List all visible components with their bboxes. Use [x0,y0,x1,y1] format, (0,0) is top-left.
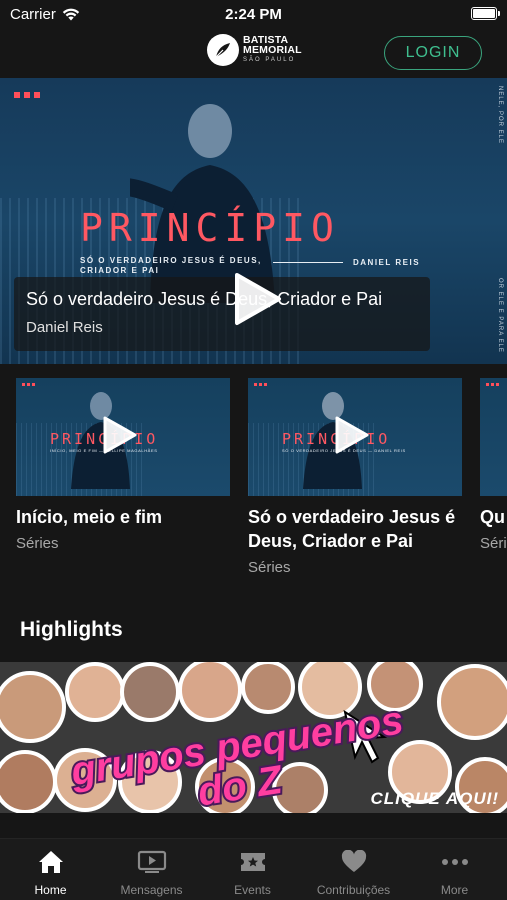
tab-label: Contribuições [316,883,391,897]
hero-author-tag: DANIEL REIS [353,258,421,267]
hero-banner[interactable]: NELE, POR ELE OR ELE E PARA ELE PRINCÍPI… [0,78,507,364]
hero-dots [14,92,40,98]
tab-label: More [440,883,469,897]
hero-side-text-top: NELE, POR ELE [497,86,503,145]
tab-home[interactable]: Home [0,847,101,897]
thumb-dots [486,383,499,386]
hero-divider [273,262,343,263]
thumb-dots [22,383,35,386]
series-card-thumbnail[interactable] [480,378,507,496]
battery-icon [471,7,500,20]
series-card[interactable]: PRINCÍPIO INÍCIO, MEIO E FIM — FELLIPE M… [16,378,230,552]
hero-author: Daniel Reis [26,319,103,336]
bottom-tab-bar: Home Mensagens Events Contribuições More [0,838,507,900]
app-header: BATISTA MEMORIAL SÃO PAULO LOGIN [0,30,507,78]
home-icon [38,851,63,873]
login-button[interactable]: LOGIN [384,36,482,70]
series-card-category: Séries [248,559,291,576]
tab-contribuicoes[interactable]: Contribuições [303,847,404,897]
status-bar: Carrier 2:24 PM [0,0,507,30]
series-card-category: Séries [16,535,59,552]
clock: 2:24 PM [225,6,282,23]
play-icon[interactable] [233,271,283,327]
play-icon[interactable] [102,415,138,455]
video-icon [137,850,166,873]
tab-mensagens[interactable]: Mensagens [101,847,202,897]
highlight-banner[interactable]: grupos pequenos do Z CLIQUE AQUI! [0,662,507,813]
hero-caption[interactable]: Só o verdadeiro Jesus é Deus, Criador e … [14,277,430,351]
ticket-icon [240,853,265,871]
series-card-title: Qu [480,507,505,527]
series-card-title: Só o verdadeiro Jesus é Deus, Criador e … [248,507,456,551]
logo-text: BATISTA MEMORIAL SÃO PAULO [243,35,302,65]
more-icon [441,859,468,865]
hero-side-text-bottom: OR ELE E PARA ELE [497,278,503,353]
logo-mark-icon [207,34,239,66]
series-card-thumbnail[interactable]: PRINCÍPIO SÓ O VERDADEIRO JESUS É DEUS —… [248,378,462,496]
logo-line-2: MEMORIAL [243,44,302,56]
logo-line-3: SÃO PAULO [243,57,296,63]
banner-cta[interactable]: CLIQUE AQUI! [371,789,499,809]
tab-label: Mensagens [120,883,183,897]
tab-label: Home [34,883,67,897]
tab-label: Events [234,883,271,897]
series-card-title: Início, meio e fim [16,507,163,527]
play-icon[interactable] [334,415,370,455]
series-card[interactable]: Qu Séri [480,378,507,552]
hero-series-title: PRINCÍPIO [80,206,340,250]
app-logo[interactable]: BATISTA MEMORIAL SÃO PAULO [207,34,302,66]
series-card-category: Séri [480,535,507,552]
tab-more[interactable]: More [404,847,505,897]
tab-events[interactable]: Events [202,847,303,897]
thumb-dots [254,383,267,386]
hero-title: Só o verdadeiro Jesus é Deus, Criador e … [26,289,383,309]
series-card-thumbnail[interactable]: PRINCÍPIO INÍCIO, MEIO E FIM — FELLIPE M… [16,378,230,496]
highlights-heading: Highlights [20,618,123,641]
heart-icon [341,850,366,872]
series-carousel[interactable]: PRINCÍPIO INÍCIO, MEIO E FIM — FELLIPE M… [0,378,507,588]
series-card[interactable]: PRINCÍPIO SÓ O VERDADEIRO JESUS É DEUS —… [248,378,462,576]
